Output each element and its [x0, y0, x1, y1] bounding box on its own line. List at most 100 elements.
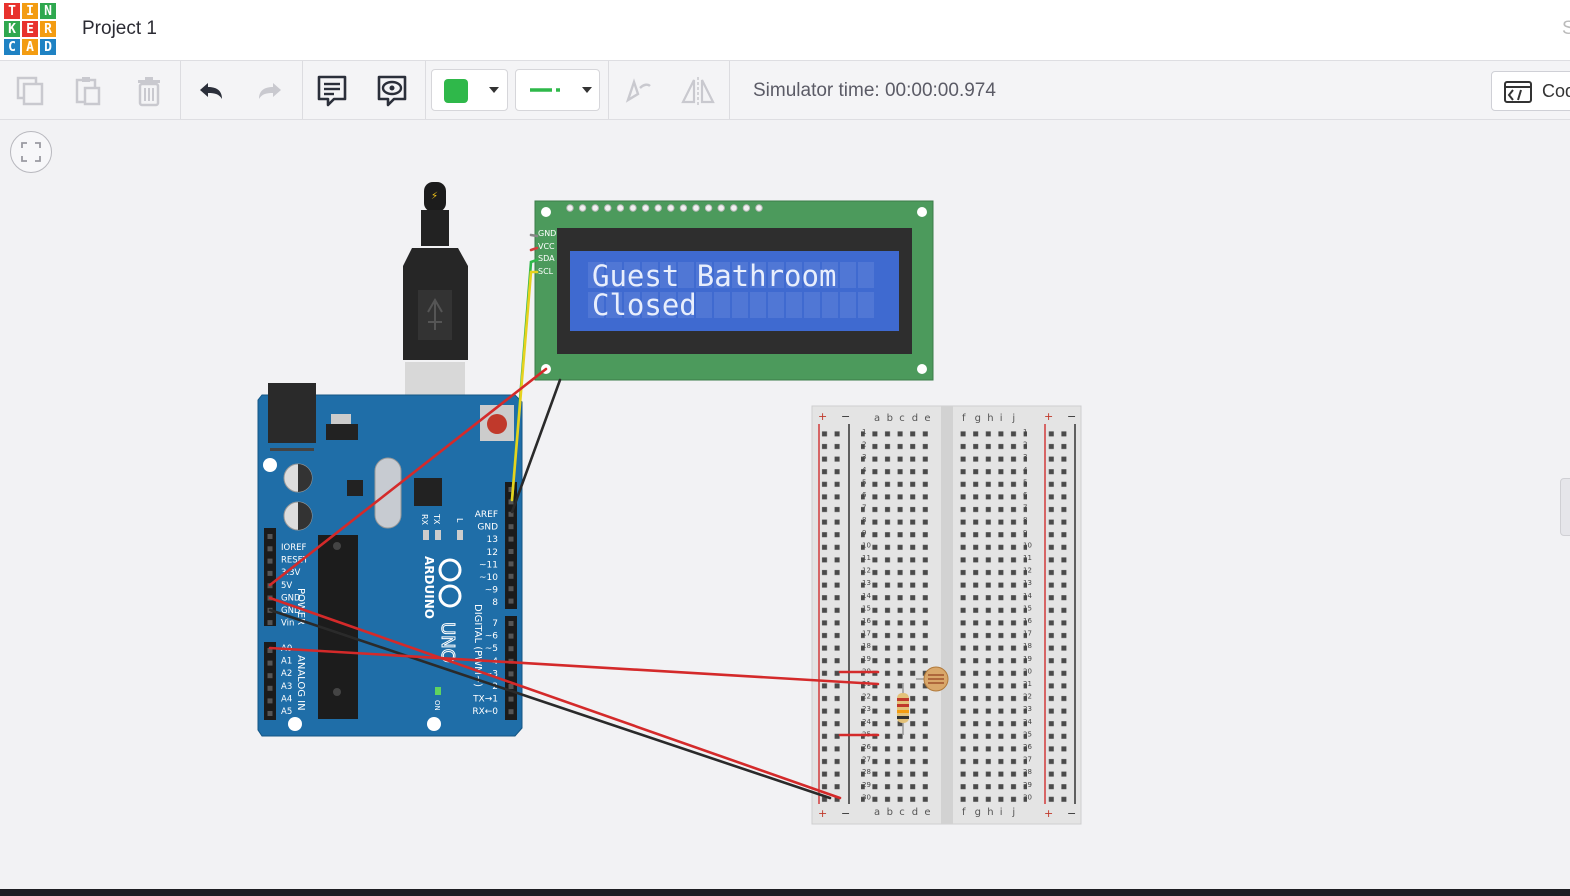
svg-text:14: 14: [862, 592, 871, 600]
svg-text:18: 18: [1023, 642, 1032, 650]
svg-text:18: 18: [862, 642, 871, 650]
logo-letter: I: [21, 2, 39, 20]
circuit-canvas[interactable]: ⚡ Guest Bathroom Closed GND VCC SDA SCL: [0, 121, 1570, 889]
l-label: L: [455, 518, 464, 523]
redo-icon[interactable]: [250, 71, 290, 111]
breadboard-column-label: c: [899, 807, 905, 818]
wire-type-dropdown[interactable]: [515, 69, 600, 111]
digital-pin-label: ~5: [485, 644, 498, 654]
svg-text:10: 10: [1023, 541, 1032, 549]
wire-line-icon: [530, 88, 560, 92]
svg-text:7: 7: [1023, 504, 1027, 512]
svg-text:29: 29: [862, 781, 871, 789]
breadboard-column-label: a: [874, 807, 880, 818]
status-bar: [0, 889, 1570, 896]
chevron-down-icon: [489, 87, 499, 93]
rx-label: RX: [420, 514, 429, 526]
logo-letter: T: [3, 2, 21, 20]
breadboard-column-label: g: [975, 807, 981, 818]
svg-text:26: 26: [862, 743, 871, 751]
lcd-pin-label: SDA: [538, 254, 555, 263]
power-pin-label: 5V: [281, 581, 292, 591]
breadboard-column-label: e: [924, 413, 930, 424]
svg-text:20: 20: [1023, 667, 1032, 675]
svg-text:19: 19: [1023, 655, 1032, 663]
code-icon: [1504, 81, 1532, 103]
logo-letter: N: [39, 2, 57, 20]
svg-text:30: 30: [862, 793, 871, 801]
breadboard-column-label: f: [962, 413, 966, 424]
rail-minus-label: −: [841, 807, 850, 820]
digital-pin-label: 8: [492, 598, 498, 608]
code-label: Code: [1542, 81, 1570, 101]
arduino-uno-board[interactable]: IOREFRESET3.3V5VGNDGNDVin A0A1A2A3A4A5 A…: [257, 383, 523, 737]
color-dropdown[interactable]: [431, 69, 508, 111]
lcd-display[interactable]: Guest Bathroom Closed GND VCC SDA SCL: [534, 200, 934, 381]
svg-text:13: 13: [862, 579, 871, 587]
tx-label: TX: [432, 513, 441, 525]
copy-icon[interactable]: [10, 71, 50, 111]
svg-text:2: 2: [1023, 441, 1027, 449]
digital-pin-label: ~11: [479, 560, 498, 570]
svg-text:23: 23: [1023, 705, 1032, 713]
digital-pin-label: TX→1: [472, 695, 498, 705]
rotate-icon[interactable]: [617, 71, 657, 111]
svg-text:11: 11: [1023, 554, 1032, 562]
svg-text:24: 24: [1023, 718, 1032, 726]
rail-plus-label: +: [1044, 410, 1053, 423]
digital-pin-label: ~10: [479, 573, 498, 583]
project-title[interactable]: Project 1: [82, 18, 157, 40]
breadboard-column-label: g: [975, 413, 981, 424]
svg-text:3: 3: [1023, 453, 1027, 461]
svg-text:11: 11: [862, 554, 871, 562]
breadboard[interactable]: abcdefghij abcdefghij + + + + − − − − 11…: [811, 405, 1082, 825]
analog-header-label: ANALOG IN: [295, 655, 306, 711]
mirror-icon[interactable]: [678, 71, 718, 111]
svg-text:6: 6: [1023, 491, 1028, 499]
breadboard-column-label: c: [899, 413, 905, 424]
analog-pin-label: A5: [281, 707, 292, 717]
svg-text:14: 14: [1023, 592, 1032, 600]
rail-minus-label: −: [1067, 410, 1076, 423]
digital-header-label: DIGITAL (PWM~): [472, 604, 483, 687]
rail-minus-label: −: [841, 410, 850, 423]
svg-text:29: 29: [1023, 781, 1032, 789]
user-menu-edge[interactable]: S: [1562, 18, 1570, 40]
breadboard-column-label: d: [912, 413, 918, 424]
view-notes-icon[interactable]: [372, 71, 412, 111]
logo-letter: A: [21, 38, 39, 56]
svg-text:15: 15: [862, 604, 871, 612]
svg-text:13: 13: [1023, 579, 1032, 587]
delete-icon[interactable]: [129, 71, 169, 111]
svg-text:7: 7: [862, 504, 866, 512]
notes-icon[interactable]: [312, 71, 352, 111]
svg-text:17: 17: [1023, 630, 1032, 638]
breadboard-column-label: d: [912, 807, 918, 818]
breadboard-column-label: i: [1000, 413, 1003, 424]
color-swatch: [444, 79, 468, 103]
breadboard-column-label: j: [1011, 807, 1015, 818]
digital-pin-label: 7: [492, 619, 498, 629]
svg-text:10: 10: [862, 541, 871, 549]
tinkercad-logo[interactable]: TINKERCAD: [3, 2, 57, 56]
undo-icon[interactable]: [191, 71, 231, 111]
breadboard-column-label: f: [962, 807, 966, 818]
digital-pin-label: RX←0: [472, 707, 498, 717]
svg-text:3: 3: [862, 453, 866, 461]
svg-text:9: 9: [862, 529, 866, 537]
rail-plus-label: +: [818, 410, 827, 423]
digital-pin-label: 12: [487, 548, 498, 558]
lcd-pin-label: GND: [538, 229, 556, 238]
breadboard-column-label: b: [887, 413, 893, 424]
power-pin-label: Vin: [281, 619, 294, 629]
svg-text:1: 1: [862, 428, 866, 436]
analog-pin-label: A4: [281, 694, 292, 704]
svg-text:2: 2: [862, 441, 866, 449]
digital-pin-label: AREF: [475, 510, 498, 520]
power-pin-label: IOREF: [281, 543, 306, 553]
paste-icon[interactable]: [68, 71, 108, 111]
svg-text:22: 22: [1023, 693, 1032, 701]
svg-text:4: 4: [1023, 466, 1028, 474]
svg-text:6: 6: [862, 491, 867, 499]
code-button[interactable]: Code: [1491, 71, 1570, 111]
